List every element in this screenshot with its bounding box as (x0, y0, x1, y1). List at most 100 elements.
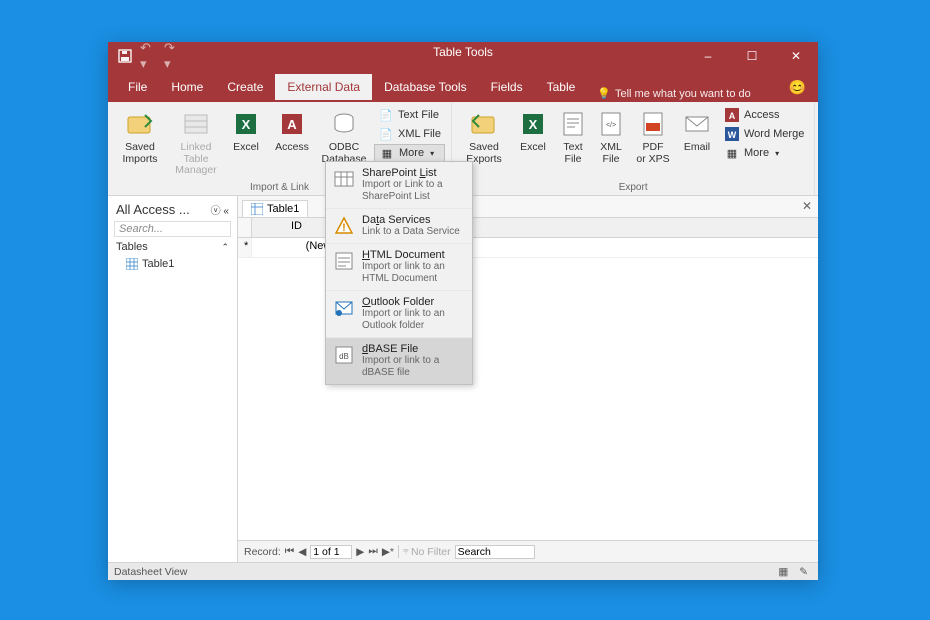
record-search-input[interactable] (455, 545, 535, 559)
status-bar: Datasheet View ▦ ✎ (108, 562, 818, 580)
dd-item-icon: dB (332, 343, 356, 367)
minimize-button[interactable]: – (686, 42, 730, 70)
tab-create[interactable]: Create (215, 74, 275, 100)
dd-item-subtitle: Import or link to a dBASE file (362, 355, 466, 379)
dd-item-title: Data Services (362, 214, 466, 226)
nav-pane-title[interactable]: All Access ... ⓥ « (108, 196, 237, 219)
nav-group-tables[interactable]: Tables ⌃ (108, 239, 237, 255)
export-word-merge-button[interactable]: WWord Merge (720, 125, 808, 143)
filter-icon: ⫧ (403, 545, 409, 558)
excel-icon: X (517, 108, 549, 140)
close-button[interactable]: ✕ (774, 42, 818, 70)
undo-icon[interactable]: ↶ ▾ (140, 47, 158, 65)
tab-table[interactable]: Table (535, 74, 588, 100)
export-xml-label: XML File (600, 142, 622, 165)
import-more-label: More (399, 147, 424, 159)
dd-item-subtitle: Import or link to an Outlook folder (362, 308, 466, 332)
export-xml-button[interactable]: </> XML File (594, 106, 628, 167)
lightbulb-icon: 💡 (597, 87, 611, 100)
import-excel-label: Excel (233, 142, 259, 154)
nav-group-label: Tables (116, 241, 148, 253)
record-label: Record: (244, 546, 281, 558)
record-position-input[interactable] (310, 545, 352, 559)
export-access-label: Access (744, 109, 779, 121)
dd-item-icon: ! (332, 214, 356, 238)
nav-first-button[interactable]: ⏮ (285, 545, 294, 558)
import-xml-file-button[interactable]: 📄XML File (374, 125, 445, 143)
export-pdf-button[interactable]: PDF or XPS (632, 106, 674, 167)
svg-text:A: A (287, 117, 297, 132)
dd-item-title: dBASE File (362, 343, 466, 355)
view-switcher: ▦ ✎ (774, 566, 812, 578)
linked-table-manager-label: Linked Table Manager (172, 142, 220, 177)
export-more-button[interactable]: ▦More▾ (720, 144, 808, 162)
dd-item-icon (332, 249, 356, 273)
tab-database-tools[interactable]: Database Tools (372, 74, 479, 100)
doc-tab-table1[interactable]: Table1 (242, 200, 308, 217)
emoji-icon: 😊 (789, 79, 806, 96)
dd-item-text: SharePoint ListImport or Link to a Share… (362, 167, 466, 203)
table-icon (251, 203, 263, 215)
doc-close-button[interactable]: ✕ (802, 199, 812, 213)
dd-item-subtitle: Import or link to an HTML Document (362, 261, 466, 285)
dd-item-title: HTML Document (362, 249, 466, 261)
svg-text:dB: dB (339, 352, 349, 361)
ribbon-tabs: File Home Create External Data Database … (108, 70, 818, 100)
nav-next-button[interactable]: ▶ (356, 546, 364, 558)
export-email-button[interactable]: Email (678, 106, 716, 156)
nav-last-button[interactable]: ⏭ (368, 545, 377, 558)
dd-item-html-document[interactable]: HTML DocumentImport or link to an HTML D… (326, 244, 472, 291)
import-more-button[interactable]: ▦More▾ (374, 144, 445, 162)
xml-file-icon: 📄 (378, 126, 394, 142)
nav-item-table1[interactable]: Table1 (108, 255, 237, 273)
save-icon[interactable] (116, 47, 134, 65)
dd-item-dbase-file[interactable]: dB dBASE FileImport or link to a dBASE fi… (326, 338, 472, 384)
dd-item-outlook-folder[interactable]: Outlook FolderImport or link to an Outlo… (326, 291, 472, 338)
redo-icon[interactable]: ↷ ▾ (164, 47, 182, 65)
import-text-file-button[interactable]: 📄Text File (374, 106, 445, 124)
tab-external-data[interactable]: External Data (275, 74, 372, 100)
status-text: Datasheet View (114, 566, 187, 578)
tab-home[interactable]: Home (159, 74, 215, 100)
datasheet-view-button[interactable]: ▦ (774, 566, 792, 578)
export-access-button[interactable]: AAccess (720, 106, 808, 124)
import-excel-button[interactable]: X Excel (226, 106, 266, 156)
maximize-button[interactable]: ☐ (730, 42, 774, 70)
chevron-down-icon: ▾ (775, 149, 779, 158)
tab-file[interactable]: File (116, 74, 159, 100)
saved-exports-button[interactable]: Saved Exports (458, 106, 510, 167)
svg-text:W: W (728, 130, 737, 140)
record-navigator: Record: ⏮ ◀ ▶ ⏭ ▶* ⫧No Filter (238, 540, 818, 562)
nav-new-button[interactable]: ▶* (382, 546, 394, 558)
new-row-indicator: * (238, 238, 252, 257)
odbc-icon (328, 108, 360, 140)
import-small-stack: 📄Text File 📄XML File ▦More▾ (374, 106, 445, 162)
export-text-button[interactable]: Text File (556, 106, 590, 167)
dd-item-data-services[interactable]: !Data ServicesLink to a Data Service (326, 209, 472, 244)
odbc-database-button[interactable]: ODBC Database (318, 106, 370, 167)
import-access-button[interactable]: A Access (270, 106, 314, 156)
dd-item-icon (332, 296, 356, 320)
excel-icon: X (230, 108, 262, 140)
dd-item-sharepoint-list[interactable]: SharePoint ListImport or Link to a Share… (326, 162, 472, 209)
saved-exports-icon (468, 108, 500, 140)
dd-item-title: SharePoint List (362, 167, 466, 179)
pdf-icon (637, 108, 669, 140)
linked-table-manager-icon (180, 108, 212, 140)
nav-prev-button[interactable]: ◀ (298, 546, 306, 558)
tell-me-search[interactable]: 💡 Tell me what you want to do (597, 87, 750, 100)
nav-title-text: All Access ... (116, 202, 190, 217)
tab-fields[interactable]: Fields (479, 74, 535, 100)
word-icon: W (724, 126, 740, 142)
dd-item-text: dBASE FileImport or link to a dBASE file (362, 343, 466, 379)
email-icon (681, 108, 713, 140)
dd-item-subtitle: Import or Link to a SharePoint List (362, 179, 466, 203)
export-excel-button[interactable]: X Excel (514, 106, 552, 156)
group-export-label: Export (458, 180, 808, 195)
window-controls: – ☐ ✕ (686, 42, 818, 70)
nav-search-input[interactable]: Search... (114, 221, 231, 237)
dd-item-text: Data ServicesLink to a Data Service (362, 214, 466, 238)
saved-imports-button[interactable]: Saved Imports (114, 106, 166, 167)
chevron-double-icon: ⓥ « (211, 202, 229, 217)
design-view-button[interactable]: ✎ (795, 566, 812, 578)
